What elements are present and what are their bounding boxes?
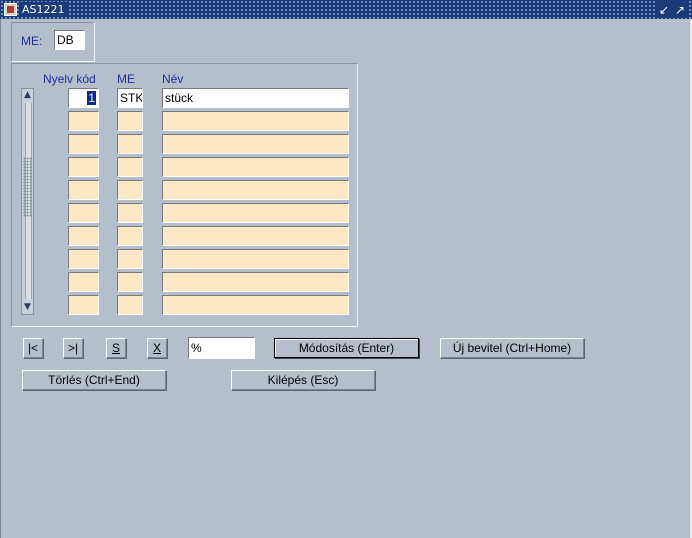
row-me-field[interactable] — [117, 249, 143, 269]
header-me: ME — [117, 72, 135, 86]
row-code-field[interactable] — [68, 180, 99, 200]
row-code-field[interactable]: 1 — [68, 88, 99, 108]
row-code-field[interactable] — [68, 295, 99, 315]
row-name-field[interactable] — [162, 111, 349, 131]
row-code-field[interactable] — [68, 226, 99, 246]
grid-scrollbar[interactable]: ▲ ▼ — [21, 88, 34, 315]
row-me-field[interactable] — [117, 111, 143, 131]
row-code-field[interactable] — [68, 272, 99, 292]
row-code-field[interactable] — [68, 249, 99, 269]
window-title: AS1221 — [19, 2, 68, 17]
header-language-code: Nyelv kód — [43, 72, 96, 86]
me-input[interactable]: DB — [54, 30, 85, 50]
row-name-field[interactable] — [162, 226, 349, 246]
x-button[interactable]: X — [147, 338, 167, 358]
minimize-icon[interactable]: ↙ — [658, 3, 670, 17]
header-name: Név — [162, 72, 184, 86]
row-name-field[interactable] — [162, 157, 349, 177]
row-me-field[interactable]: STK — [117, 88, 143, 108]
last-record-button[interactable]: >| — [63, 338, 83, 358]
delete-button[interactable]: Törlés (Ctrl+End) — [22, 370, 166, 390]
row-name-field[interactable] — [162, 203, 349, 223]
modify-button[interactable]: Módosítás (Enter) — [274, 338, 419, 358]
row-me-field[interactable] — [117, 180, 143, 200]
row-me-field[interactable] — [117, 203, 143, 223]
maximize-icon[interactable]: ↗ — [674, 3, 686, 17]
scroll-up-icon[interactable]: ▲ — [22, 90, 33, 101]
row-me-field[interactable] — [117, 226, 143, 246]
row-name-field[interactable] — [162, 249, 349, 269]
row-name-field[interactable] — [162, 272, 349, 292]
first-record-button[interactable]: |< — [23, 338, 43, 358]
scroll-down-icon[interactable]: ▼ — [22, 302, 33, 313]
s-button[interactable]: S — [106, 338, 126, 358]
scroll-thumb[interactable] — [23, 157, 32, 217]
row-name-field[interactable] — [162, 134, 349, 154]
row-name-field[interactable]: stück — [162, 88, 349, 108]
row-code-field[interactable] — [68, 203, 99, 223]
new-entry-button[interactable]: Új bevitel (Ctrl+Home) — [440, 338, 584, 358]
row-code-field[interactable] — [68, 111, 99, 131]
row-me-field[interactable] — [117, 295, 143, 315]
row-name-field[interactable] — [162, 180, 349, 200]
app-icon — [4, 3, 17, 16]
row-name-field[interactable] — [162, 295, 349, 315]
row-me-field[interactable] — [117, 272, 143, 292]
row-code-field[interactable] — [68, 157, 99, 177]
row-code-field[interactable] — [68, 134, 99, 154]
row-me-field[interactable] — [117, 134, 143, 154]
exit-button[interactable]: Kilépés (Esc) — [231, 370, 375, 390]
filter-input[interactable]: % — [188, 337, 255, 359]
me-label: ME: — [21, 34, 43, 48]
title-bar: AS1221 ↙ ↗ — [0, 0, 692, 19]
row-me-field[interactable] — [117, 157, 143, 177]
